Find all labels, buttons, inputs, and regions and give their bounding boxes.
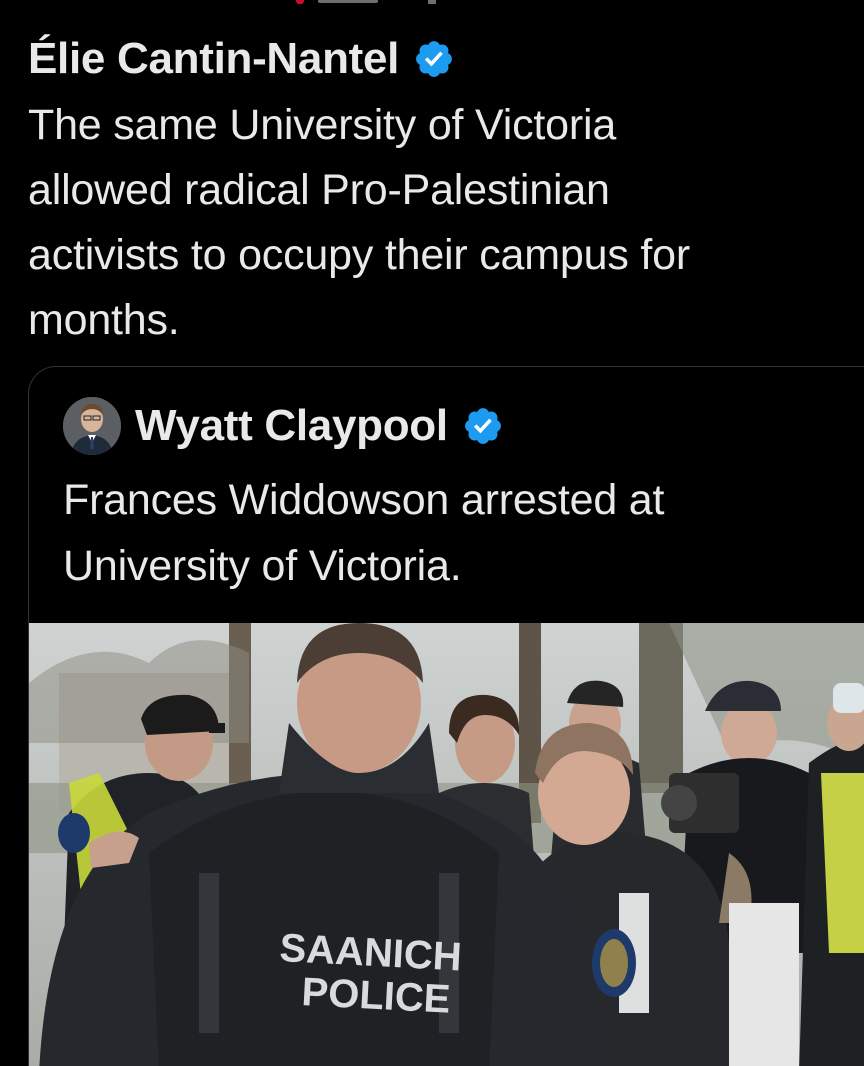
quoted-post-header: Wyatt Claypool xyxy=(63,397,504,455)
quoted-text-line: Frances Widdowson arrested at xyxy=(63,476,665,524)
quoted-post-text: Frances Widdowson arrested at University… xyxy=(63,467,843,599)
avatar[interactable] xyxy=(63,397,121,455)
post-text: The same University of Victoria allowed … xyxy=(28,93,848,353)
post-text-line: allowed radical Pro-Palestinian xyxy=(28,166,610,214)
quoted-author-name[interactable]: Wyatt Claypool xyxy=(135,401,448,451)
quoted-post-card[interactable]: Wyatt Claypool Frances Widdowson arreste… xyxy=(28,366,864,1066)
quoted-text-line: University of Victoria. xyxy=(63,542,462,590)
post-text-line: months. xyxy=(28,296,180,344)
post[interactable]: Élie Cantin-Nantel The same University o… xyxy=(28,28,848,353)
post-author-row: Élie Cantin-Nantel xyxy=(28,28,848,90)
previous-content-edge xyxy=(0,0,864,6)
video-thumbnail[interactable]: SAANICH POLICE xyxy=(29,623,864,1066)
vest-text-line2: POLICE xyxy=(301,970,452,1022)
post-author-name[interactable]: Élie Cantin-Nantel xyxy=(28,34,399,84)
verified-badge-icon xyxy=(464,408,501,444)
post-text-line: The same University of Victoria xyxy=(28,101,617,149)
post-text-line: activists to occupy their campus for xyxy=(28,231,690,279)
verified-badge-icon xyxy=(416,41,453,77)
